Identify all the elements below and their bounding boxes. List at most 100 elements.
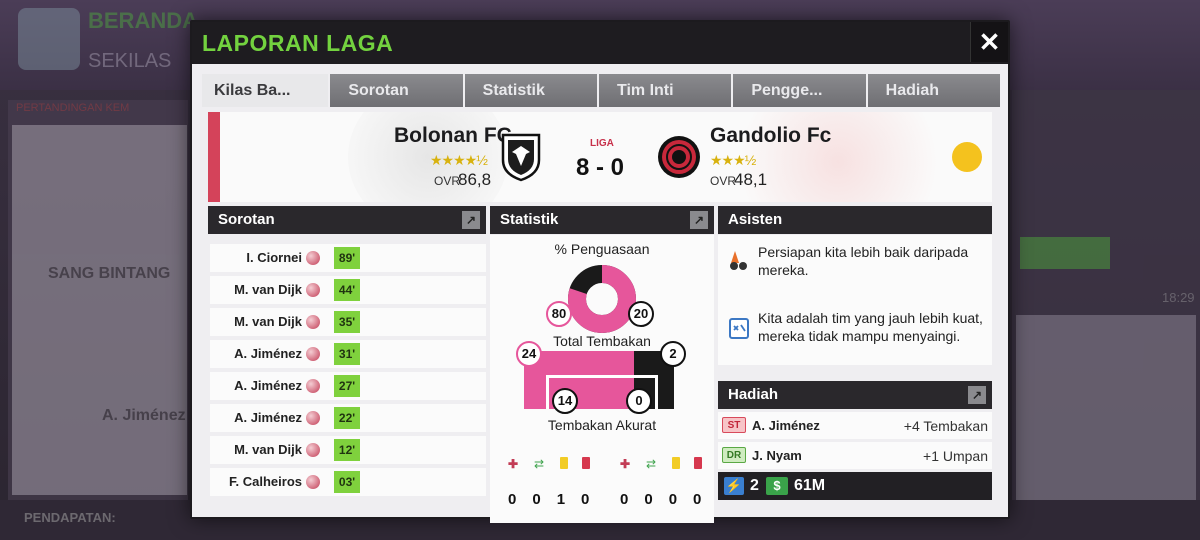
injury-icon: ✚ [620, 457, 631, 471]
reward-totals: ⚡ 2 $ 61M [718, 472, 992, 500]
stats-panel: % Penguasaan 80 20 Total Tembakan 24 2 1… [490, 235, 714, 523]
rewards-title: Hadiah [728, 386, 779, 403]
rewards-header: Hadiah ↗ [718, 381, 992, 409]
ball-icon [306, 315, 320, 329]
banner-accent [208, 112, 220, 202]
close-button[interactable]: ✕ [970, 22, 1008, 62]
background-green-button [1020, 237, 1110, 269]
ball-icon [306, 379, 320, 393]
expand-icon[interactable]: ↗ [462, 211, 480, 229]
sun-icon[interactable] [952, 142, 982, 172]
goal-minute: 27' [334, 375, 360, 397]
red-card-icon [582, 457, 590, 469]
possession-label: % Penguasaan [554, 241, 650, 257]
reward-row: ST A. Jiménez +4 Tembakan [718, 412, 992, 439]
assistant-message: Kita adalah tim yang jauh lebih kuat, me… [758, 310, 983, 344]
away-ovr-label: OVR [710, 174, 737, 188]
match-banner: Bolonan FC ★★★★½ OVR 86,8 LIGA 8 - 0 Gan… [208, 112, 992, 202]
stats-header: Statistik ↗ [490, 206, 714, 234]
tab-highlights[interactable]: Sorotan [330, 74, 463, 107]
goal-list: I. Ciornei 89' M. van Dijk 44' M. van Dijk… [210, 244, 486, 500]
assistant-header: Asisten [718, 206, 992, 234]
on-target-label: Tembakan Akurat [547, 417, 657, 433]
goal-minute: 35' [334, 311, 360, 333]
ball-icon [306, 283, 320, 297]
expand-icon[interactable]: ↗ [690, 211, 708, 229]
possession-home-value: 80 [546, 301, 572, 327]
home-events-icons: ✚ ⇄ [508, 457, 590, 471]
highlights-header: Sorotan ↗ [208, 206, 486, 234]
highlights-title: Sorotan [218, 211, 275, 228]
list-item: I. Ciornei 89' [210, 244, 486, 272]
list-item: F. Calheiros 03' [210, 468, 486, 496]
goal-scorer: A. Jiménez [234, 378, 302, 393]
yellow-card-icon [560, 457, 568, 469]
shots-away-value: 2 [660, 341, 686, 367]
home-events-counts: 0 0 1 0 [508, 491, 589, 508]
home-injuries: 0 [508, 491, 517, 508]
goal-minute: 22' [334, 407, 360, 429]
home-ovr-label: OVR [434, 174, 461, 188]
reward-value: +1 Umpan [923, 448, 988, 464]
modal-title: LAPORAN LAGA [202, 30, 394, 56]
expand-icon[interactable]: ↗ [968, 386, 986, 404]
possession-donut [568, 265, 636, 333]
background-featured-label: SANG BINTANG [48, 265, 171, 282]
reward-player: A. Jiménez [752, 418, 820, 433]
club-logo [18, 8, 80, 70]
goal-minute: 12' [334, 439, 360, 461]
home-red-cards: 0 [581, 491, 590, 508]
position-badge: ST [722, 417, 746, 433]
list-item: A. Jiménez 22' [210, 404, 486, 432]
ball-icon [306, 347, 320, 361]
goal-scorer: A. Jiménez [234, 410, 302, 425]
reward-value: +4 Tembakan [903, 418, 988, 434]
away-events-icons: ✚ ⇄ [620, 457, 702, 471]
assistant-title: Asisten [728, 211, 783, 228]
goal-scorer: M. van Dijk [234, 442, 302, 457]
background-featured-panel: SANG BINTANG A. Jiménez [12, 125, 187, 495]
list-item: A. Jiménez 27' [210, 372, 486, 400]
background-time: 18:29 [1162, 290, 1195, 305]
away-team-stars-icon: ★★★½ [710, 152, 756, 168]
goal-scorer: F. Calheiros [229, 474, 302, 489]
away-yellow-cards: 0 [668, 491, 678, 508]
energy-amount: 2 [750, 477, 759, 494]
home-crest-icon [501, 133, 541, 182]
list-item: A. Jiménez 31' [210, 340, 486, 368]
reward-player: J. Nyam [752, 448, 802, 463]
home-team-stars-icon: ★★★★½ [430, 152, 488, 168]
tab-statistics[interactable]: Statistik [464, 74, 597, 107]
away-team-name: Gandolio Fc [710, 124, 832, 147]
away-injuries: 0 [620, 491, 629, 508]
tab-rewards[interactable]: Hadiah [867, 74, 1000, 107]
modal-header: LAPORAN LAGA ✕ [192, 22, 1008, 64]
background-subtitle: SEKILAS [88, 50, 172, 72]
energy-icon: ⚡ [724, 477, 744, 495]
list-item: M. van Dijk 12' [210, 436, 486, 464]
home-ovr-value: 86,8 [458, 170, 492, 189]
tab-lineup[interactable]: Tim Inti [598, 74, 732, 107]
background-title: BERANDA [88, 8, 198, 33]
tab-bar: Kilas Ba... Sorotan Statistik Tim Inti P… [202, 74, 1000, 107]
background-income-label: PENDAPATAN: [24, 510, 116, 525]
possession-away-value: 20 [628, 301, 654, 327]
goal-minute: 31' [334, 343, 360, 365]
injury-icon: ✚ [508, 457, 519, 471]
ball-icon [306, 443, 320, 457]
tab-player-ratings[interactable]: Pengge... [733, 74, 866, 107]
ball-icon [306, 411, 320, 425]
ball-icon [306, 475, 320, 489]
tab-summary[interactable]: Kilas Ba... [202, 74, 329, 107]
on-target-home-value: 14 [552, 388, 578, 414]
list-item: M. van Dijk 35' [210, 308, 486, 336]
money-amount: 61M [794, 477, 826, 494]
goal-minute: 89' [334, 247, 360, 269]
assistant-message: Persiapan kita lebih baik daripada merek… [758, 244, 969, 278]
home-team-name: Bolonan FC [394, 124, 512, 147]
position-badge: DR [722, 447, 746, 463]
assistant-panel: Persiapan kita lebih baik daripada merek… [718, 235, 992, 365]
goal-scorer: A. Jiménez [234, 346, 302, 361]
money-icon: $ [766, 477, 788, 495]
final-score: 8 - 0 [576, 154, 625, 181]
